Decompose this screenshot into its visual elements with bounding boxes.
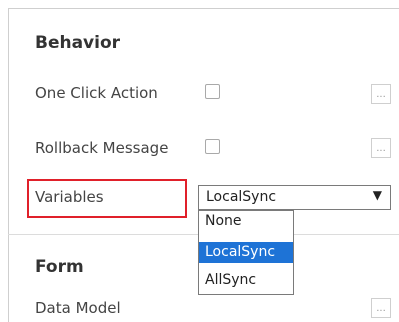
one-click-action-label: One Click Action	[35, 84, 158, 102]
behavior-section-title: Behavior	[35, 33, 121, 53]
variables-option-none[interactable]: None	[199, 211, 293, 232]
data-model-label: Data Model	[35, 299, 121, 317]
form-section-title: Form	[35, 257, 84, 277]
variables-label: Variables	[35, 188, 104, 206]
one-click-action-checkbox[interactable]	[205, 84, 220, 99]
variables-dropdown-list: None LocalSync AllSync	[198, 210, 294, 295]
chevron-down-icon: ▼	[372, 188, 382, 202]
variables-option-localsync[interactable]: LocalSync	[199, 242, 293, 263]
one-click-action-browse-button[interactable]: ...	[371, 84, 391, 104]
rollback-message-browse-button[interactable]: ...	[371, 138, 391, 158]
variables-option-allsync[interactable]: AllSync	[199, 270, 293, 291]
variables-select-value: LocalSync	[206, 189, 277, 205]
data-model-browse-button[interactable]: ...	[371, 298, 391, 318]
variables-select[interactable]: LocalSync ▼	[198, 185, 391, 210]
rollback-message-checkbox[interactable]	[205, 139, 220, 154]
rollback-message-label: Rollback Message	[35, 139, 169, 157]
